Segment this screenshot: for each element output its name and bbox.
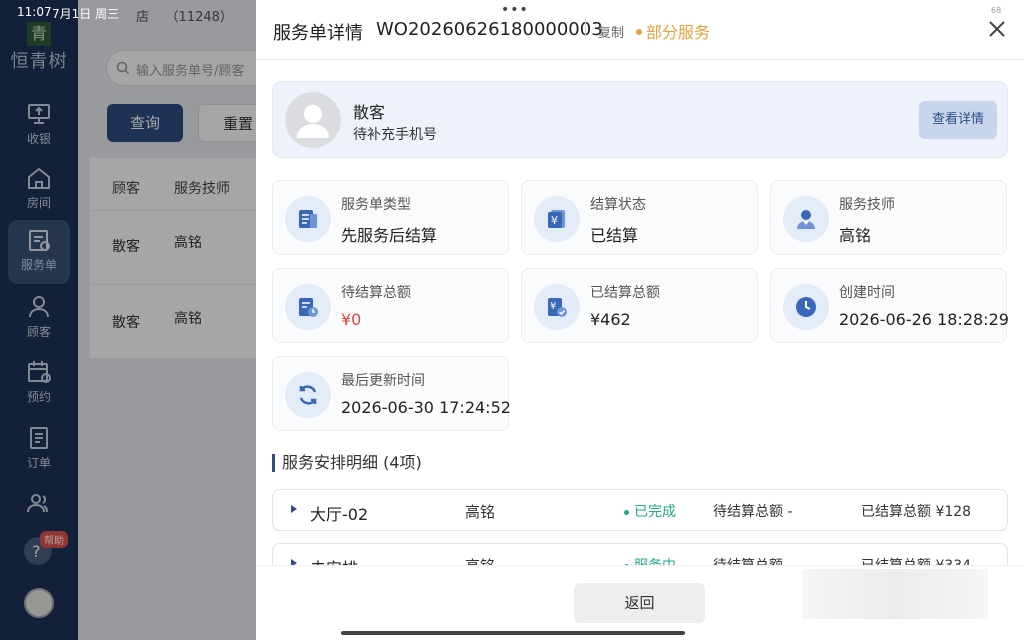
info-value: ¥462: [590, 310, 631, 329]
service-pending-total: 待结算总额 -: [713, 504, 793, 520]
info-label: 结算状态: [590, 197, 646, 213]
customer-name: 散客: [353, 103, 386, 122]
clock-icon: [796, 297, 816, 317]
info-value: 2026-06-26 18:28:29: [839, 310, 1009, 329]
close-icon[interactable]: [987, 19, 1007, 39]
customer-phone: 待补充手机号: [353, 127, 437, 143]
info-card-settled-total: ¥ 已结算总额 ¥462: [521, 268, 758, 343]
info-label: 服务单类型: [341, 197, 411, 213]
copy-button[interactable]: 复制: [598, 22, 624, 41]
info-label: 已结算总额: [590, 285, 660, 301]
view-details-button[interactable]: 查看详情: [919, 101, 997, 139]
service-room: 大厅-02: [310, 505, 369, 524]
settled-bill-icon: ¥: [548, 298, 567, 317]
service-row[interactable]: 大厅-02 高铭 已完成 待结算总额 - 已结算总额 ¥128: [272, 489, 1008, 531]
status-time: 11:07: [17, 5, 52, 19]
service-settled-total: 已结算总额 ¥128: [861, 504, 972, 520]
avatar: [285, 92, 341, 148]
refresh-icon: [299, 385, 317, 405]
svg-text:¥: ¥: [551, 214, 558, 227]
tiny-indicator: 68: [991, 6, 1002, 15]
info-value: 高铭: [839, 226, 872, 245]
status-date: 7月1日 周三: [52, 7, 120, 21]
blurred-area: [802, 569, 988, 619]
section-title: 服务安排明细 (4项): [272, 454, 422, 472]
caret-right-icon[interactable]: [289, 503, 299, 515]
info-card-created-time: 创建时间 2026-06-26 18:28:29: [770, 268, 1009, 343]
drawer-title: 服务单详情: [273, 23, 363, 44]
info-value: 先服务后结算: [341, 226, 438, 245]
drawer-header: 服务单详情 WO20260626180000003 复制 部分服务 68: [256, 0, 1024, 60]
info-value: ¥0: [341, 310, 362, 329]
info-label: 最后更新时间: [341, 373, 425, 389]
drawer-footer: 返回: [256, 565, 1024, 640]
order-status-badge: 部分服务: [636, 19, 710, 43]
service-order-detail-drawer: ••• 服务单详情 WO20260626180000003 复制 部分服务 68…: [256, 0, 1024, 640]
receipt-icon: ¥: [548, 210, 565, 228]
technician-icon: [797, 210, 815, 229]
pending-bill-icon: [299, 298, 318, 317]
svg-text:¥: ¥: [550, 301, 556, 312]
info-label: 创建时间: [839, 285, 895, 301]
info-label: 待结算总额: [341, 285, 411, 301]
info-value: 已结算: [590, 226, 639, 245]
info-value: 2026-06-30 17:24:52: [341, 398, 511, 417]
service-status: 已完成: [624, 501, 676, 521]
info-card-technician: 服务技师 高铭: [770, 180, 1007, 255]
user-avatar-icon: [297, 105, 329, 138]
modal-overlay[interactable]: [0, 0, 256, 640]
order-number: WO20260626180000003: [376, 19, 603, 40]
service-tech: 高铭: [465, 503, 496, 521]
home-indicator[interactable]: [341, 631, 685, 635]
customer-card: 散客 待补充手机号 查看详情: [272, 81, 1008, 158]
status-bar: 11:07 7月1日 周三: [0, 0, 256, 26]
info-card-updated-time: 最后更新时间 2026-06-30 17:24:52: [272, 356, 511, 431]
info-label: 服务技师: [839, 197, 895, 213]
info-card-order-type: 服务单类型 先服务后结算: [272, 180, 509, 255]
info-card-pending-total: 待结算总额 ¥0: [272, 268, 509, 343]
info-card-settlement-status: ¥ 结算状态 已结算: [521, 180, 758, 255]
header-divider: [585, 19, 586, 39]
back-button[interactable]: 返回: [574, 583, 705, 623]
document-icon: [299, 210, 317, 228]
